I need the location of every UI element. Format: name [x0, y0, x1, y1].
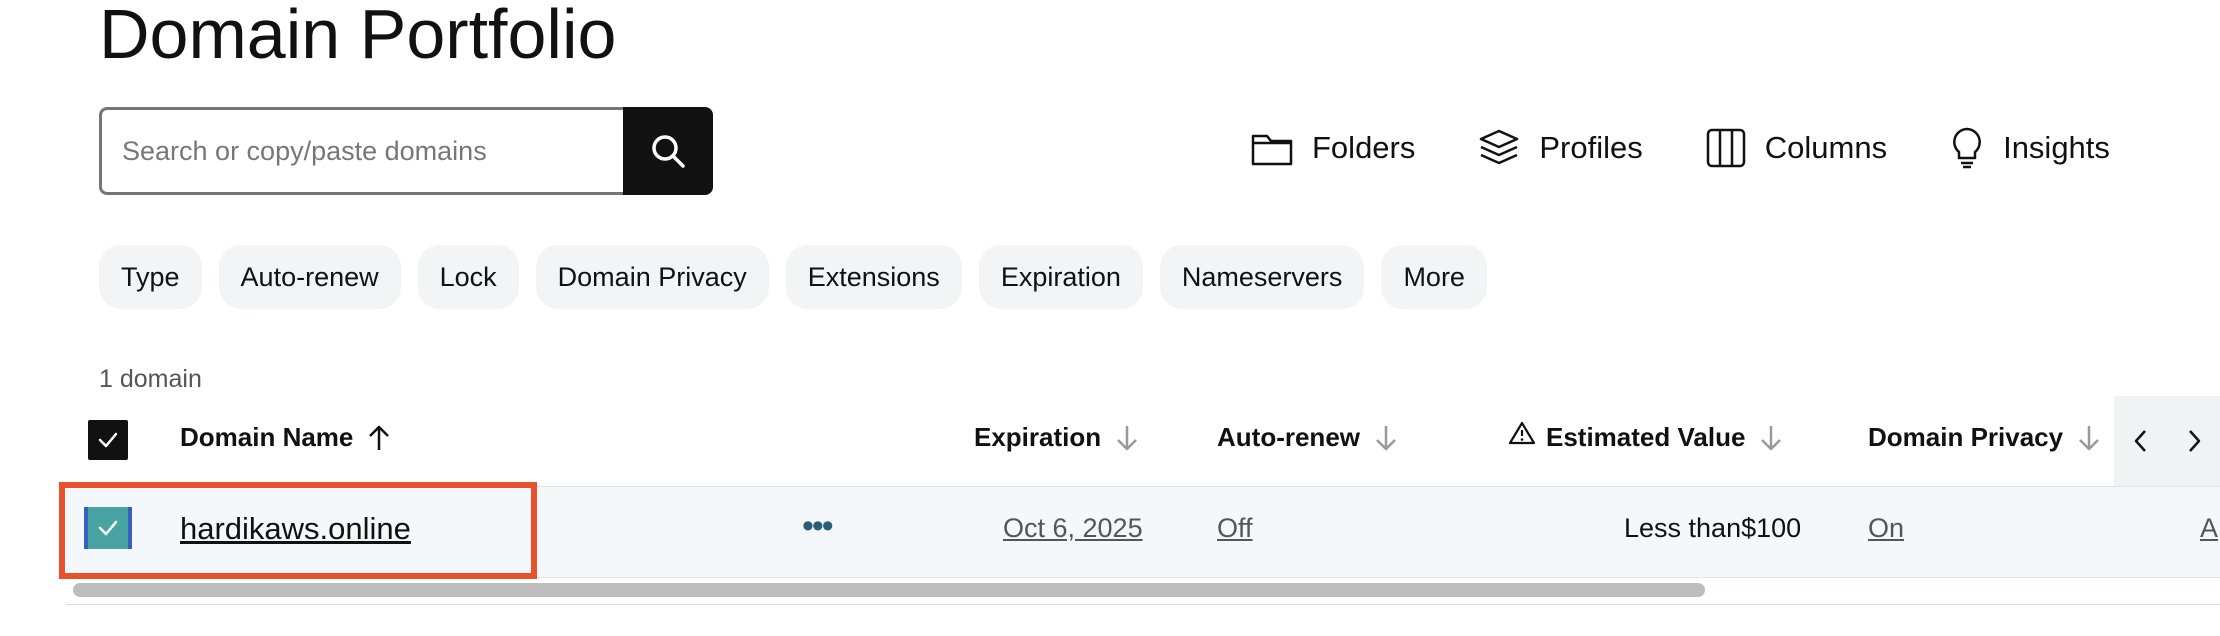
search-icon: [652, 135, 685, 168]
domain-privacy-link[interactable]: On: [1868, 513, 1904, 544]
arrow-down-icon: [2079, 425, 2099, 450]
checkmark-icon: [98, 432, 118, 448]
search-bar: [99, 107, 713, 196]
column-scroll-controls: [2114, 396, 2220, 486]
column-label: Estimated Value: [1546, 422, 1746, 452]
columns-label: Columns: [1764, 130, 1888, 165]
profiles-button[interactable]: Profiles: [1477, 127, 1643, 169]
profiles-label: Profiles: [1539, 130, 1643, 165]
column-header-auto-renew[interactable]: Auto-renew: [1217, 422, 1398, 453]
filter-auto-renew[interactable]: Auto-renew: [218, 245, 401, 309]
column-header-domain-name[interactable]: Domain Name: [180, 422, 391, 453]
insights-button[interactable]: Insights: [1949, 126, 2110, 170]
lightbulb-icon: [1953, 127, 1982, 169]
warning-icon: [1508, 421, 1536, 444]
folders-button[interactable]: Folders: [1250, 128, 1415, 168]
search-button[interactable]: [623, 107, 713, 195]
arrow-down-icon: [1376, 425, 1396, 450]
filter-more[interactable]: More: [1381, 245, 1487, 309]
column-header-expiration[interactable]: Expiration: [974, 422, 1139, 453]
horizontal-scrollbar[interactable]: [66, 578, 2220, 605]
estimated-value: Less than$100: [1624, 513, 1802, 543]
select-all-checkbox[interactable]: [88, 420, 128, 460]
filter-type[interactable]: Type: [99, 245, 202, 309]
column-label: Domain Privacy: [1868, 422, 2064, 452]
toolbar: Folders Profiles Columns Insights: [1250, 126, 2172, 170]
domain-count: 1 domain: [99, 365, 202, 393]
arrow-up-icon: [369, 425, 390, 450]
layers-icon: [1480, 129, 1519, 165]
filter-chips: Type Auto-renew Lock Domain Privacy Exte…: [99, 245, 1504, 309]
search-input[interactable]: [99, 107, 623, 195]
scrollbar-thumb[interactable]: [73, 583, 1705, 597]
auto-renew-link[interactable]: Off: [1217, 513, 1253, 544]
column-header-domain-privacy[interactable]: Domain Privacy: [1868, 422, 2101, 453]
filter-lock[interactable]: Lock: [417, 245, 519, 309]
arrow-down-icon: [1761, 425, 1782, 450]
folder-icon: [1251, 134, 1293, 166]
folders-label: Folders: [1312, 130, 1416, 165]
insights-label: Insights: [2003, 130, 2110, 165]
selection-highlight-box: [59, 482, 537, 579]
columns-icon: [1706, 128, 1745, 168]
column-header-estimated-value[interactable]: Estimated Value: [1508, 421, 1783, 453]
chevron-left-icon[interactable]: [2130, 426, 2152, 456]
arrow-down-icon: [1117, 425, 1138, 450]
page-title: Domain Portfolio: [99, 0, 617, 73]
column-label: Domain Name: [180, 422, 354, 452]
expiration-link[interactable]: Oct 6, 2025: [1003, 513, 1143, 544]
table-header: Domain Name Expiration Auto-renew Estima…: [0, 418, 2220, 464]
next-column-cell-link[interactable]: A: [2200, 513, 2218, 544]
filter-extensions[interactable]: Extensions: [785, 245, 962, 309]
columns-button[interactable]: Columns: [1705, 127, 1887, 169]
more-actions-icon[interactable]: •••: [802, 507, 834, 546]
filter-nameservers[interactable]: Nameservers: [1159, 245, 1365, 309]
filter-domain-privacy[interactable]: Domain Privacy: [535, 245, 769, 309]
filter-expiration[interactable]: Expiration: [978, 245, 1143, 309]
chevron-right-icon[interactable]: [2183, 426, 2205, 456]
column-label: Expiration: [974, 422, 1102, 452]
column-label: Auto-renew: [1217, 422, 1360, 452]
